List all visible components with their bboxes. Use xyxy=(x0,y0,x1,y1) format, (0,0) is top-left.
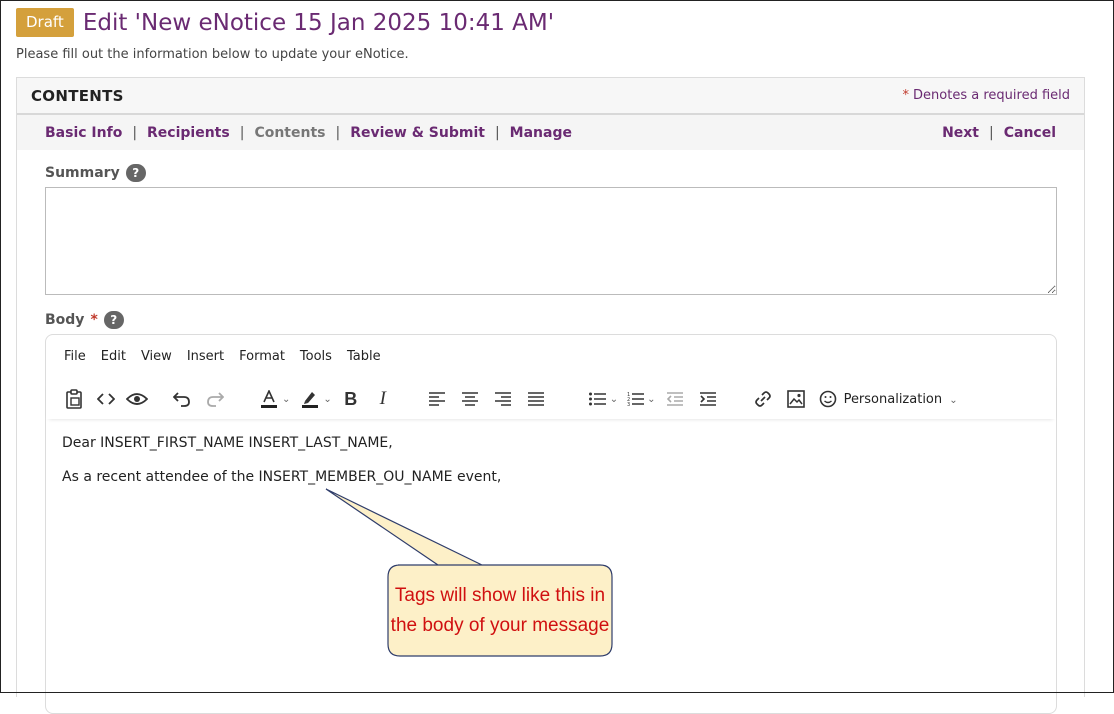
body-label: Body * ? xyxy=(45,311,124,329)
paste-icon[interactable] xyxy=(64,384,84,414)
panel-title: CONTENTS xyxy=(31,86,124,105)
bullet-list-icon[interactable] xyxy=(589,384,607,414)
indent-icon[interactable] xyxy=(699,384,717,414)
editor-menubar: File Edit View Insert Format Tools Table xyxy=(46,335,1056,364)
nav-separator: | xyxy=(494,124,500,141)
image-icon[interactable] xyxy=(786,384,806,414)
body-help-icon[interactable]: ? xyxy=(103,311,124,329)
nav-separator: | xyxy=(989,124,994,141)
required-note: * Denotes a required field xyxy=(903,88,1070,103)
align-left-icon[interactable] xyxy=(428,384,446,414)
body-line: As a recent attendee of the INSERT_MEMBE… xyxy=(62,469,502,485)
menu-insert[interactable]: Insert xyxy=(187,349,224,364)
emoji-icon[interactable] xyxy=(818,384,838,414)
nav-manage[interactable]: Manage xyxy=(510,125,572,141)
svg-text:3: 3 xyxy=(627,402,630,407)
required-note-text: Denotes a required field xyxy=(913,88,1070,103)
highlight-dropdown-icon[interactable]: ⌄ xyxy=(323,394,331,405)
align-justify-icon[interactable] xyxy=(527,384,545,414)
preview-icon[interactable] xyxy=(126,384,148,414)
summary-label: Summary ? xyxy=(45,164,146,182)
undo-icon[interactable] xyxy=(172,384,192,414)
menu-format[interactable]: Format xyxy=(239,349,285,364)
editor-toolbar: ⌄ ⌄ B I ⌄ 123 ⌄ Personalization ⌄ xyxy=(46,379,1056,419)
menu-table[interactable]: Table xyxy=(347,349,381,364)
redo-icon[interactable] xyxy=(205,384,225,414)
nav-basic-info[interactable]: Basic Info xyxy=(45,125,122,141)
nav-recipients[interactable]: Recipients xyxy=(147,125,230,141)
source-code-icon[interactable] xyxy=(95,384,117,414)
page-subtitle: Please fill out the information below to… xyxy=(16,47,409,62)
link-icon[interactable] xyxy=(753,384,773,414)
personalization-dropdown[interactable]: Personalization ⌄ xyxy=(844,392,958,407)
panel-header: CONTENTS * Denotes a required field xyxy=(17,78,1084,115)
personalization-label: Personalization xyxy=(843,391,943,407)
nav-review-submit[interactable]: Review & Submit xyxy=(350,125,485,141)
italic-icon[interactable]: I xyxy=(374,384,392,414)
wizard-nav: Basic Info | Recipients | Contents | Rev… xyxy=(17,115,1084,150)
callout-text: Tags will show like this in the body of … xyxy=(390,584,610,636)
align-center-icon[interactable] xyxy=(461,384,479,414)
nav-separator: | xyxy=(132,124,138,141)
outdent-icon[interactable] xyxy=(666,384,684,414)
menu-edit[interactable]: Edit xyxy=(101,349,126,364)
text-color-icon[interactable] xyxy=(259,384,279,414)
chevron-down-icon: ⌄ xyxy=(949,394,958,406)
menu-tools[interactable]: Tools xyxy=(300,349,332,364)
summary-field[interactable] xyxy=(45,187,1057,295)
align-right-icon[interactable] xyxy=(494,384,512,414)
bold-icon[interactable]: B xyxy=(342,384,360,414)
body-label-text: Body xyxy=(45,312,85,328)
required-star: * xyxy=(902,88,910,103)
summary-label-text: Summary xyxy=(45,165,120,181)
status-badge: Draft xyxy=(16,8,74,37)
next-button[interactable]: Next xyxy=(942,125,979,141)
nav-separator: | xyxy=(239,124,245,141)
menu-file[interactable]: File xyxy=(64,349,86,364)
body-required-star: * xyxy=(90,312,98,328)
numbered-list-dropdown-icon[interactable]: ⌄ xyxy=(647,394,655,405)
body-line: Dear INSERT_FIRST_NAME INSERT_LAST_NAME, xyxy=(62,435,393,451)
text-color-dropdown-icon[interactable]: ⌄ xyxy=(282,394,290,405)
bullet-list-dropdown-icon[interactable]: ⌄ xyxy=(610,394,618,405)
menu-view[interactable]: View xyxy=(141,349,172,364)
nav-separator: | xyxy=(335,124,341,141)
page-title: Edit 'New eNotice 15 Jan 2025 10:41 AM' xyxy=(82,9,555,36)
page-header: Draft Edit 'New eNotice 15 Jan 2025 10:4… xyxy=(16,8,554,37)
numbered-list-icon[interactable]: 123 xyxy=(626,384,644,414)
highlight-color-icon[interactable] xyxy=(300,384,320,414)
summary-help-icon[interactable]: ? xyxy=(125,164,146,182)
cancel-button[interactable]: Cancel xyxy=(1004,125,1056,141)
nav-contents: Contents xyxy=(254,124,326,141)
rich-text-editor: File Edit View Insert Format Tools Table xyxy=(45,334,1057,714)
editor-body[interactable]: Dear INSERT_FIRST_NAME INSERT_LAST_NAME,… xyxy=(62,435,501,503)
